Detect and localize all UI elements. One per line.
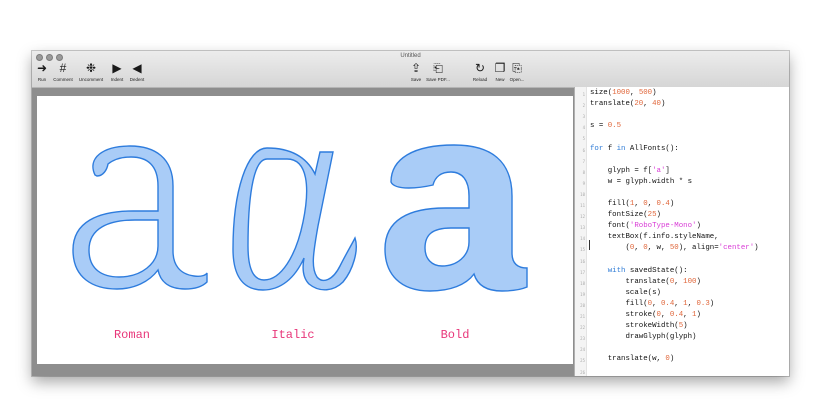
line-number: 23 [580, 336, 585, 342]
line-number: 24 [580, 347, 585, 353]
window-title: Untitled [400, 53, 421, 59]
uncomment-icon: ❉ [85, 61, 97, 75]
line-number: 22 [580, 325, 585, 331]
code-line[interactable]: s = 0.5 [590, 122, 621, 131]
code-line[interactable]: translate(20, 40) [590, 100, 665, 109]
open-icon: ⎘ [512, 61, 522, 75]
glyph-label-italic: Italic [271, 328, 314, 342]
line-number: 13 [580, 225, 585, 231]
indent-button[interactable]: ▶ Indent [107, 61, 127, 82]
code-line[interactable]: fontSize(25) [590, 211, 661, 220]
indent-label: Indent [110, 77, 124, 82]
new-label: New [495, 77, 505, 82]
uncomment-button[interactable]: ❉ Uncomment [78, 61, 104, 82]
code-line[interactable]: for f in AllFonts(): [590, 145, 679, 154]
comment-icon: # [59, 61, 67, 75]
run-label: Run [37, 77, 47, 82]
code-line[interactable]: w = glyph.width * s [590, 178, 692, 187]
drawing-canvas: Roman Italic Bold [37, 96, 573, 364]
new-icon: ❐ [494, 61, 506, 75]
open-label: Open... [509, 77, 525, 82]
line-number: 18 [580, 280, 585, 286]
code-line[interactable]: translate(0, 100) [590, 278, 700, 287]
line-number: 11 [580, 203, 585, 208]
reload-button[interactable]: ↻ Reload [470, 61, 490, 82]
line-number: 3 [582, 114, 585, 120]
line-number: 19 [580, 291, 585, 297]
code-line[interactable]: textBox(f.info.styleName, [590, 233, 719, 242]
save-pdf-label: Save PDF... [426, 77, 450, 82]
line-number: 20 [580, 302, 585, 308]
code-line[interactable]: drawGlyph(glyph) [590, 333, 696, 342]
line-number: 2 [582, 103, 585, 109]
glyph-roman [72, 145, 208, 290]
code-line[interactable]: scale(s) [590, 289, 661, 298]
comment-button[interactable]: # Comment [53, 61, 73, 82]
save-pdf-icon: ⎗ [433, 61, 443, 75]
code-line[interactable]: (0, 0, w, 50), align='center') [590, 244, 758, 253]
line-number: 14 [580, 236, 585, 242]
line-number: 7 [582, 158, 585, 164]
line-number: 17 [580, 269, 585, 275]
comment-label: Comment [53, 77, 73, 82]
line-number: 15 [580, 247, 585, 253]
open-button[interactable]: ⎘ Open... [507, 61, 527, 82]
line-number: 21 [580, 314, 585, 319]
line-number: 6 [582, 147, 585, 153]
dedent-label: Dedent [129, 77, 145, 82]
save-pdf-button[interactable]: ⎗ Save PDF... [426, 61, 450, 82]
line-number: 26 [580, 369, 585, 375]
app-window: Untitled ➜ Run # Comment ❉ Uncomment ▶ Indent ◀ D… [32, 51, 789, 376]
code-editor[interactable]: 1 2 3 4 5 6 7 8 9 10 11 12 13 14 15 16 17 18 19 20 21 22 23 24 2… [575, 87, 789, 376]
reload-icon: ↻ [474, 61, 486, 75]
run-button[interactable]: ➜ Run [32, 61, 52, 82]
line-number: 12 [580, 214, 585, 220]
glyph-drawing: Roman Italic Bold [72, 144, 528, 342]
glyph-label-roman: Roman [114, 328, 150, 342]
line-number: 1 [582, 92, 585, 97]
code-line[interactable]: fill(0, 0.4, 1, 0.3) [590, 300, 714, 309]
code-line[interactable]: glyph = f['a'] [590, 167, 670, 176]
line-number: 16 [580, 258, 585, 264]
code-line[interactable]: size(1000, 500) [590, 89, 657, 98]
uncomment-label: Uncomment [78, 77, 104, 82]
reload-label: Reload [472, 77, 488, 82]
dedent-icon: ◀ [132, 61, 142, 75]
line-number-gutter: 1 2 3 4 5 6 7 8 9 10 11 12 13 14 15 16 17 18 19 20 21 22 23 24 2… [575, 87, 587, 376]
glyph-bold [384, 144, 528, 292]
code-line[interactable]: font('RoboType-Mono') [590, 222, 701, 231]
glyph-label-bold: Bold [441, 328, 470, 342]
line-number: 4 [582, 125, 585, 131]
window-toolbar: Untitled ➜ Run # Comment ❉ Uncomment ▶ Indent ◀ D… [32, 51, 789, 88]
code-line[interactable]: strokeWidth(5) [590, 322, 687, 331]
run-icon: ➜ [36, 61, 48, 75]
line-number: 25 [580, 358, 585, 364]
code-line[interactable]: with savedState(): [590, 267, 688, 276]
line-number: 9 [582, 180, 585, 186]
line-number: 8 [582, 169, 585, 175]
code-line[interactable]: translate(w, 0) [590, 355, 675, 364]
code-line[interactable]: fill(1, 0, 0.4) [590, 200, 675, 209]
text-cursor [589, 240, 590, 250]
line-number: 5 [582, 136, 585, 142]
save-button[interactable]: ⇪ Save [406, 61, 426, 82]
code-line[interactable]: stroke(0, 0.4, 1) [590, 311, 700, 320]
save-label: Save [410, 77, 422, 82]
indent-icon: ▶ [112, 61, 122, 75]
line-number: 10 [580, 191, 585, 197]
save-icon: ⇪ [410, 61, 422, 75]
dedent-button[interactable]: ◀ Dedent [127, 61, 147, 82]
glyph-italic [232, 147, 357, 291]
